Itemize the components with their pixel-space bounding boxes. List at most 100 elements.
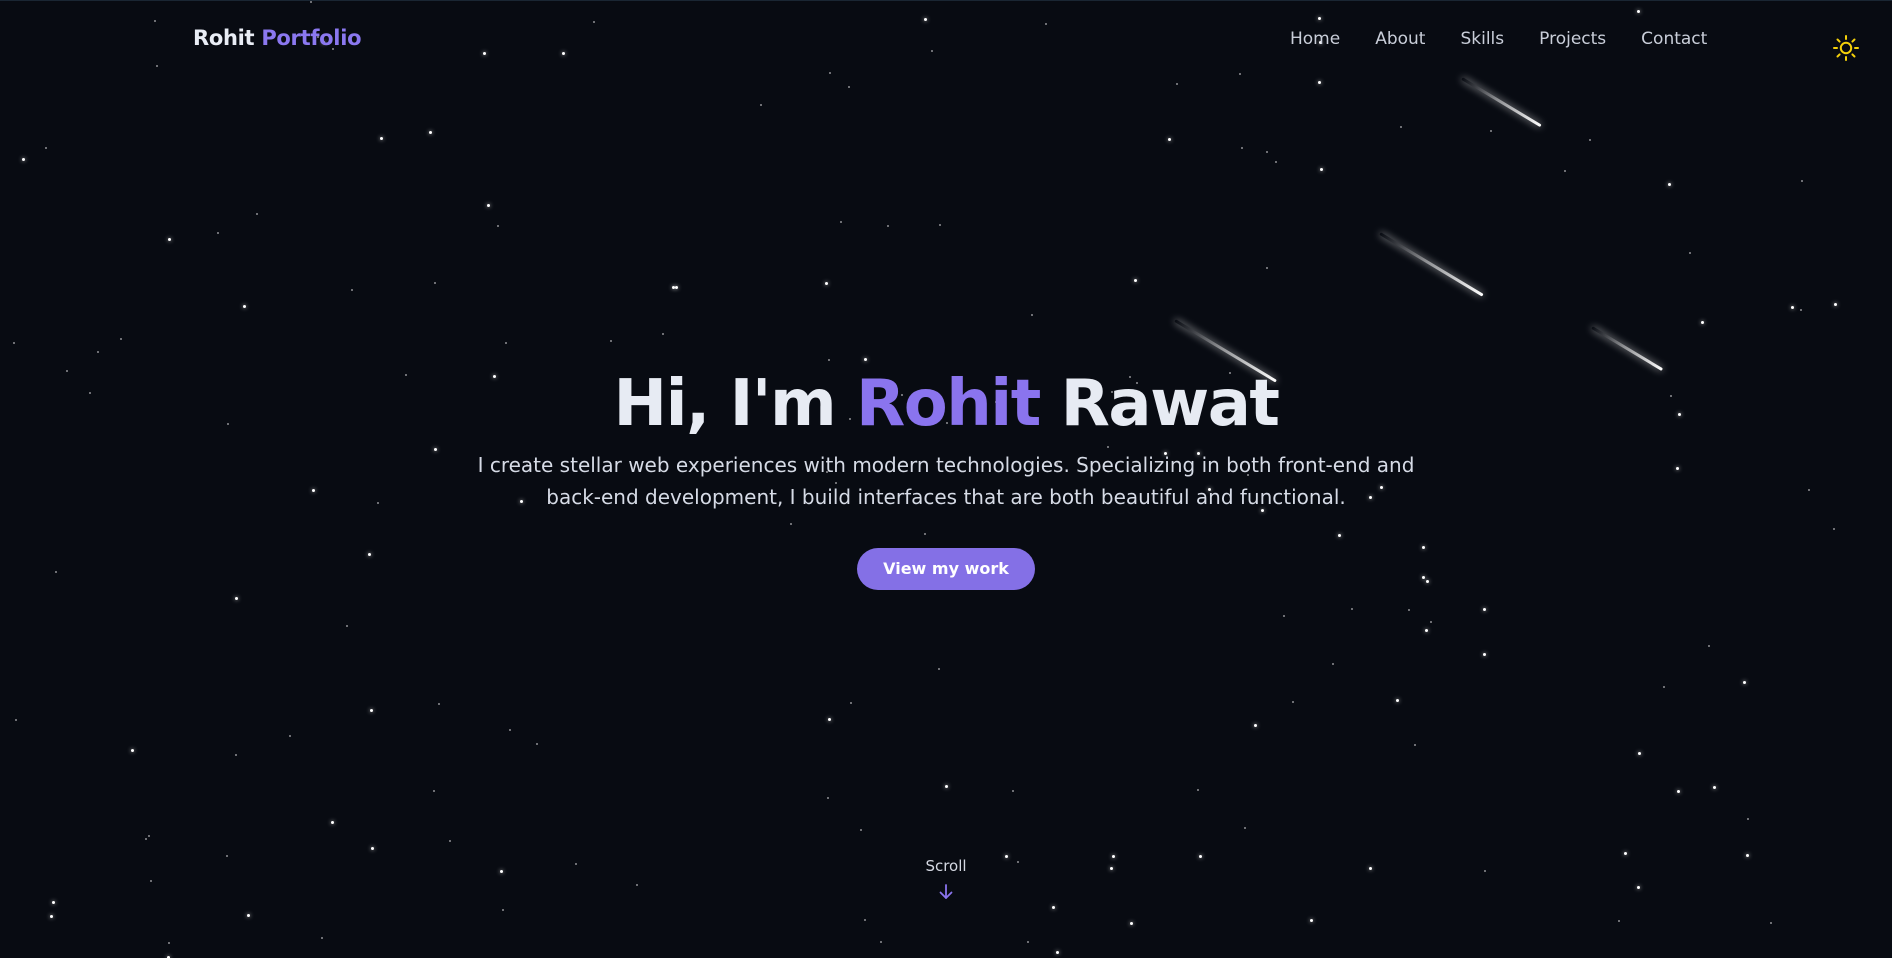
star bbox=[848, 86, 850, 88]
star bbox=[1663, 686, 1665, 688]
site-header: Rohit Portfolio Home About Skills Projec… bbox=[0, 1, 1892, 81]
logo-link[interactable]: Rohit Portfolio bbox=[193, 26, 362, 50]
star bbox=[434, 282, 436, 284]
star bbox=[321, 937, 323, 939]
arrow-down-icon bbox=[939, 884, 953, 899]
star bbox=[331, 821, 334, 824]
star bbox=[1425, 629, 1428, 632]
star bbox=[880, 941, 882, 943]
view-work-button[interactable]: View my work bbox=[857, 548, 1035, 590]
star bbox=[256, 213, 258, 215]
star bbox=[1708, 645, 1710, 647]
star bbox=[370, 709, 373, 712]
nav-skills[interactable]: Skills bbox=[1460, 29, 1504, 49]
star bbox=[860, 829, 862, 831]
star bbox=[243, 305, 246, 308]
star bbox=[1320, 168, 1323, 171]
hero-title-first-name: Rohit bbox=[855, 367, 1041, 441]
star bbox=[1400, 126, 1402, 128]
star bbox=[1292, 701, 1294, 703]
star bbox=[1618, 920, 1620, 922]
star bbox=[828, 718, 831, 721]
star bbox=[502, 909, 504, 911]
star bbox=[1241, 147, 1243, 149]
star bbox=[131, 749, 134, 752]
star bbox=[1012, 790, 1014, 792]
star bbox=[1056, 951, 1059, 954]
star bbox=[1031, 314, 1033, 316]
star bbox=[1747, 818, 1749, 820]
star bbox=[1197, 789, 1199, 791]
nav-home[interactable]: Home bbox=[1290, 29, 1340, 49]
theme-toggle-button[interactable] bbox=[1832, 34, 1860, 62]
star bbox=[1564, 170, 1566, 172]
main-nav: Home About Skills Projects Contact bbox=[1290, 29, 1707, 49]
star bbox=[1834, 303, 1837, 306]
star bbox=[1801, 180, 1803, 182]
star bbox=[672, 286, 675, 289]
star bbox=[148, 835, 150, 837]
star bbox=[939, 224, 941, 226]
star bbox=[938, 668, 940, 670]
star bbox=[145, 838, 147, 840]
star bbox=[662, 333, 664, 335]
star bbox=[380, 137, 383, 140]
star bbox=[536, 743, 538, 745]
star bbox=[13, 342, 15, 344]
sun-icon bbox=[1833, 35, 1859, 61]
star bbox=[1254, 724, 1257, 727]
star bbox=[1800, 309, 1802, 311]
star bbox=[429, 131, 432, 134]
star bbox=[168, 238, 171, 241]
star bbox=[1668, 183, 1671, 186]
star bbox=[497, 225, 499, 227]
star bbox=[505, 342, 507, 344]
star bbox=[217, 232, 219, 234]
star bbox=[760, 104, 762, 106]
star bbox=[887, 225, 889, 227]
star bbox=[22, 158, 25, 161]
nav-contact[interactable]: Contact bbox=[1641, 29, 1707, 49]
star bbox=[1266, 151, 1268, 153]
star bbox=[1624, 852, 1627, 855]
hero-section: Hi, I'm Rohit Rawat I create stellar web… bbox=[0, 361, 1892, 590]
star bbox=[1130, 922, 1133, 925]
star bbox=[1134, 279, 1137, 282]
star bbox=[1791, 306, 1794, 309]
star bbox=[850, 702, 852, 704]
logo-first-word: Rohit bbox=[193, 26, 255, 50]
star bbox=[825, 282, 828, 285]
star bbox=[1244, 827, 1246, 829]
star bbox=[864, 919, 866, 921]
star bbox=[827, 797, 829, 799]
star bbox=[433, 790, 435, 792]
nav-projects[interactable]: Projects bbox=[1539, 29, 1606, 49]
star bbox=[1414, 744, 1416, 746]
star bbox=[487, 204, 490, 207]
hero-title-prefix: Hi, I'm bbox=[613, 367, 837, 441]
star bbox=[1638, 752, 1641, 755]
star bbox=[438, 703, 440, 705]
star bbox=[1483, 608, 1486, 611]
star bbox=[1052, 906, 1055, 909]
star bbox=[1266, 267, 1268, 269]
shooting-star bbox=[1461, 77, 1542, 128]
star bbox=[1396, 699, 1399, 702]
star bbox=[509, 729, 511, 731]
star bbox=[1743, 681, 1746, 684]
star bbox=[1318, 81, 1321, 84]
star bbox=[247, 914, 250, 917]
star bbox=[1310, 919, 1313, 922]
nav-about[interactable]: About bbox=[1375, 29, 1425, 49]
star bbox=[45, 147, 47, 149]
star bbox=[1168, 138, 1171, 141]
star bbox=[1589, 139, 1591, 141]
star bbox=[120, 338, 122, 340]
star bbox=[1430, 621, 1432, 623]
hero-title-last-name: Rawat bbox=[1060, 367, 1280, 441]
star bbox=[1176, 83, 1178, 85]
star bbox=[1490, 130, 1492, 132]
star bbox=[52, 901, 55, 904]
star bbox=[1027, 941, 1029, 943]
scroll-indicator[interactable]: Scroll bbox=[0, 857, 1892, 901]
